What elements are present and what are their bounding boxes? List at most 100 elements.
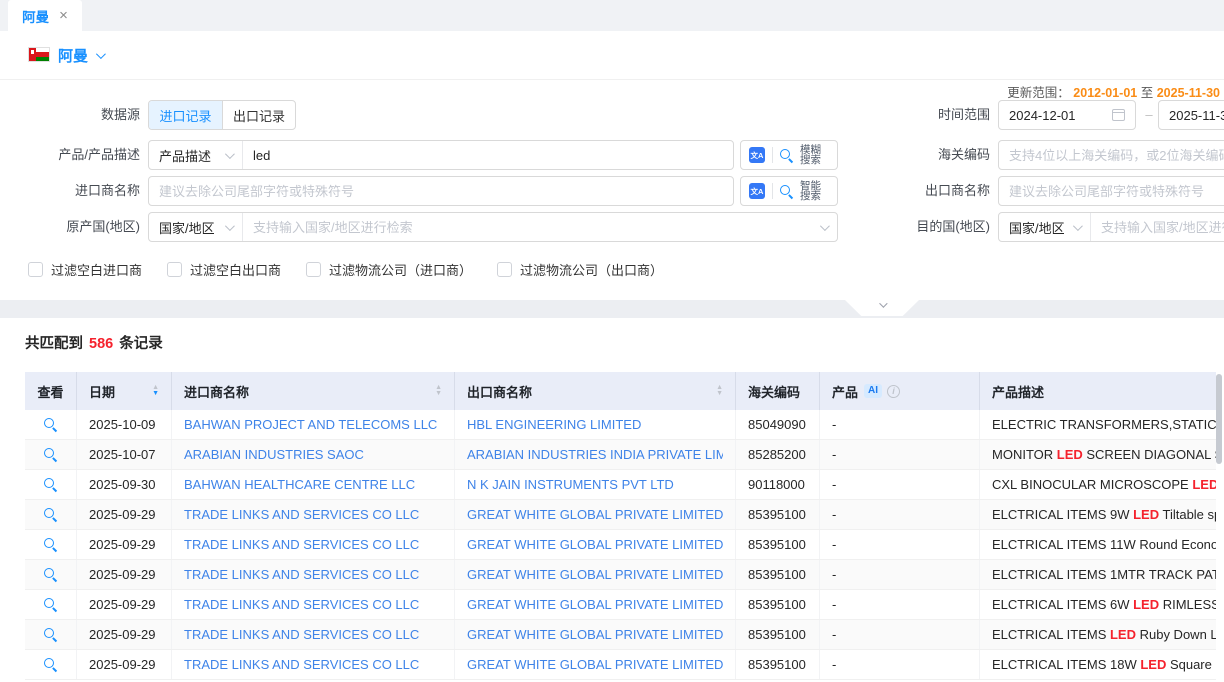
toggle-import-records[interactable]: 进口记录 [149,101,222,129]
caret-down-icon: ▼ [435,391,442,397]
exporter-input[interactable] [998,176,1224,206]
date-end-input[interactable]: 2025-11-30 [1158,100,1224,130]
exporter-link[interactable]: N K JAIN INSTRUMENTS PVT LTD [467,477,674,492]
importer-link[interactable]: ARABIAN INDUSTRIES SAOC [184,447,364,462]
sort-control-date[interactable]: ▲▼ [152,385,159,397]
records-table: 查看 日期 ▲▼ 进口商名称 ▲▼ 出口商名称 ▲▼ 海关编码 产品 AI i [25,372,1216,682]
importer-link[interactable]: TRADE LINKS AND SERVICES CO LLC [184,627,419,642]
translate-icon[interactable]: 文A [749,147,765,163]
tab-oman[interactable]: 阿曼 × [8,0,82,31]
exporter-link[interactable]: GREAT WHITE GLOBAL PRIVATE LIMITED [467,507,723,522]
importer-input[interactable] [148,176,734,206]
exporter-label: 出口商名称 [904,176,990,206]
sort-control-exporter[interactable]: ▲▼ [716,385,723,397]
importer-link[interactable]: BAHWAN HEALTHCARE CENTRE LLC [184,477,415,492]
column-header-view: 查看 [25,372,77,410]
record-date: 2025-09-29 [89,597,156,612]
chevron-down-icon [225,149,235,159]
product-input[interactable] [243,141,733,169]
toggle-export-records[interactable]: 出口记录 [222,101,295,129]
date-range-separator: – [1142,107,1156,122]
importer-link[interactable]: TRADE LINKS AND SERVICES CO LLC [184,597,419,612]
hs-code-value: 85395100 [748,627,806,642]
product-value: - [832,477,836,492]
exporter-link[interactable]: GREAT WHITE GLOBAL PRIVATE LIMITED [467,537,723,552]
update-range-label: 更新范围： [1007,86,1070,100]
country-selector[interactable]: 阿曼 [58,45,103,66]
divider [772,183,773,199]
column-header-date[interactable]: 日期 ▲▼ [77,372,172,410]
record-date: 2025-09-29 [89,567,156,582]
view-record-icon[interactable] [44,658,57,671]
collapse-form-button[interactable] [845,300,919,316]
checkbox-filter-logistics-exporter[interactable]: 过滤物流公司（出口商） [497,260,663,279]
date-start-input[interactable]: 2024-12-01 [998,100,1136,130]
exporter-link[interactable]: GREAT WHITE GLOBAL PRIVATE LIMITED [467,567,723,582]
view-record-icon[interactable] [44,598,57,611]
record-date: 2025-10-07 [89,447,156,462]
product-description: ELECTRIC TRANSFORMERS,STATIC C... [992,417,1216,432]
view-record-icon[interactable] [44,448,57,461]
checkbox-icon[interactable] [306,262,321,277]
origin-country-select[interactable]: 国家/地区 [149,213,243,241]
destination-country-label: 目的国(地区) [904,212,990,242]
close-icon[interactable]: × [59,8,68,23]
importer-link[interactable]: TRADE LINKS AND SERVICES CO LLC [184,537,419,552]
exporter-link[interactable]: GREAT WHITE GLOBAL PRIVATE LIMITED [467,597,723,612]
chevron-down-icon [820,221,830,231]
importer-link[interactable]: TRADE LINKS AND SERVICES CO LLC [184,567,419,582]
checkbox-filter-blank-exporter[interactable]: 过滤空白出口商 [167,260,281,279]
product-type-select[interactable]: 产品描述 [149,141,243,169]
checkbox-filter-logistics-importer[interactable]: 过滤物流公司（进口商） [306,260,472,279]
view-record-icon[interactable] [44,628,57,641]
product-label: 产品/产品描述 [8,140,140,170]
column-header-exporter[interactable]: 出口商名称 ▲▼ [455,372,736,410]
view-record-icon[interactable] [44,418,57,431]
view-record-icon[interactable] [44,538,57,551]
data-source-toggle: 进口记录 出口记录 [148,100,296,130]
hs-code-input[interactable] [998,140,1224,170]
checkbox-icon[interactable] [497,262,512,277]
checkbox-icon[interactable] [167,262,182,277]
column-header-product: 产品 AI i [820,372,980,410]
table-row: 2025-09-29 TRADE LINKS AND SERVICES CO L… [25,620,1216,650]
origin-country-input[interactable] [243,213,820,241]
product-description: ELCTRICAL ITEMS 9W LED Tiltable sp... [992,507,1216,522]
importer-link[interactable]: TRADE LINKS AND SERVICES CO LLC [184,507,419,522]
product-description: MONITOR LED SCREEN DIAGONAL S... [992,447,1216,462]
view-record-icon[interactable] [44,478,57,491]
product-description: ELCTRICAL ITEMS 6W LED RIMLESS ... [992,597,1216,612]
date-start-value: 2024-12-01 [1009,108,1076,123]
column-header-description: 产品描述 [980,372,1216,410]
checkbox-icon[interactable] [28,262,43,277]
info-icon[interactable]: i [887,385,900,398]
table-row: 2025-10-07 ARABIAN INDUSTRIES SAOC ARABI… [25,440,1216,470]
importer-link[interactable]: BAHWAN PROJECT AND TELECOMS LLC [184,417,437,432]
chevron-down-icon [879,299,887,307]
checkbox-filter-blank-importer[interactable]: 过滤空白进口商 [28,260,142,279]
view-record-icon[interactable] [44,508,57,521]
destination-country-input[interactable] [1091,213,1224,241]
exporter-link[interactable]: GREAT WHITE GLOBAL PRIVATE LIMITED [467,657,723,672]
filter-checkbox-row: 过滤空白进口商 过滤空白出口商 过滤物流公司（进口商） 过滤物流公司（出口商） [28,260,663,279]
record-date: 2025-10-09 [89,417,156,432]
sort-control-importer[interactable]: ▲▼ [435,385,442,397]
exporter-link[interactable]: GREAT WHITE GLOBAL PRIVATE LIMITED [467,627,723,642]
translate-icon[interactable]: 文A [749,183,765,199]
scrollbar-thumb[interactable] [1216,374,1222,464]
smart-search-button[interactable]: 文A 智能 搜索 [740,176,838,206]
importer-link[interactable]: TRADE LINKS AND SERVICES CO LLC [184,657,419,672]
data-source-label: 数据源 [8,100,140,130]
hs-code-label: 海关编码 [904,140,990,170]
exporter-link[interactable]: HBL ENGINEERING LIMITED [467,417,641,432]
checkbox-label: 过滤空白进口商 [51,260,142,279]
destination-country-select[interactable]: 国家/地区 [999,213,1091,241]
product-description: ELCTRICAL ITEMS LED Ruby Down Li... [992,627,1216,642]
view-record-icon[interactable] [44,568,57,581]
column-header-importer[interactable]: 进口商名称 ▲▼ [172,372,455,410]
divider [772,147,773,163]
checkbox-label: 过滤空白出口商 [190,260,281,279]
fuzzy-search-button[interactable]: 文A 模糊 搜索 [740,140,838,170]
exporter-link[interactable]: ARABIAN INDUSTRIES INDIA PRIVATE LIMIT..… [467,447,723,462]
fuzzy-search-label: 模糊 搜索 [800,145,821,166]
